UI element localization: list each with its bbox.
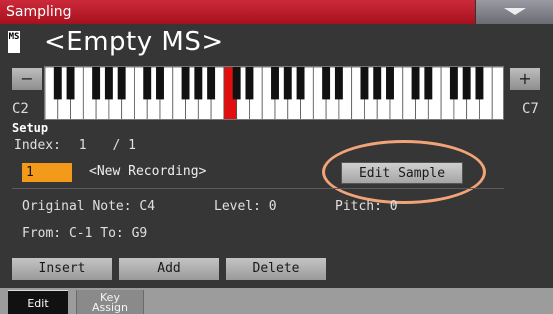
chevron-down-icon	[504, 8, 526, 15]
from-to-range-param[interactable]: From: C-1 To: G9	[22, 226, 147, 241]
black-key[interactable]	[245, 67, 254, 100]
keyboard-keys[interactable]	[45, 67, 504, 120]
ms-type-badge: MS	[8, 31, 20, 53]
main-panel	[0, 24, 553, 288]
black-key[interactable]	[117, 67, 126, 100]
black-key[interactable]	[296, 67, 305, 100]
pitch-param[interactable]: Pitch: 0	[335, 199, 398, 214]
tab-bar: Edit Key Assign	[0, 288, 553, 314]
add-button[interactable]: Add	[119, 258, 219, 280]
index-value[interactable]: 1	[79, 138, 87, 153]
black-key[interactable]	[475, 67, 484, 100]
tab-key-assign[interactable]: Key Assign	[76, 290, 144, 314]
original-note-param[interactable]: Original Note: C4	[22, 199, 155, 214]
black-key[interactable]	[232, 67, 241, 100]
level-param[interactable]: Level: 0	[214, 199, 277, 214]
setup-section-label: Setup	[12, 121, 49, 135]
range-low-label: C2	[12, 101, 29, 117]
index-total: / 1	[112, 138, 136, 153]
black-key[interactable]	[156, 67, 164, 100]
index-row: Index: 1 / 1	[14, 138, 136, 153]
index-label: Index:	[14, 138, 61, 153]
black-key[interactable]	[386, 67, 394, 100]
black-key[interactable]	[53, 67, 62, 100]
keyboard-range-display[interactable]	[44, 66, 504, 120]
range-high-label: C7	[522, 101, 539, 117]
recording-name: <New Recording>	[89, 164, 207, 179]
black-key[interactable]	[322, 67, 331, 100]
edit-sample-button[interactable]: Edit Sample	[341, 162, 463, 184]
black-key[interactable]	[194, 67, 203, 100]
black-key[interactable]	[462, 67, 471, 100]
black-key[interactable]	[181, 67, 190, 100]
title-bar: Sampling	[0, 0, 553, 24]
black-key[interactable]	[92, 67, 101, 100]
black-key[interactable]	[424, 67, 433, 100]
recording-number-field[interactable]: 1	[22, 163, 72, 182]
black-key[interactable]	[449, 67, 458, 100]
black-key[interactable]	[66, 67, 75, 100]
page-menu-button[interactable]	[475, 0, 553, 24]
black-key[interactable]	[271, 67, 279, 100]
range-minus-button[interactable]: −	[12, 68, 42, 90]
black-key[interactable]	[283, 67, 292, 100]
range-plus-button[interactable]: +	[510, 68, 540, 90]
divider	[12, 188, 504, 189]
black-key[interactable]	[373, 67, 382, 100]
sample-name[interactable]: <Empty MS>	[44, 27, 224, 57]
black-key[interactable]	[334, 67, 343, 100]
insert-button[interactable]: Insert	[12, 258, 112, 280]
black-key[interactable]	[411, 67, 420, 100]
tab-edit[interactable]: Edit	[8, 290, 68, 314]
white-key[interactable]	[491, 67, 504, 120]
black-key[interactable]	[207, 67, 216, 100]
black-key[interactable]	[360, 67, 369, 100]
black-key[interactable]	[104, 67, 113, 100]
delete-button[interactable]: Delete	[226, 258, 326, 280]
black-key[interactable]	[143, 67, 152, 100]
window-title: Sampling	[6, 4, 72, 20]
